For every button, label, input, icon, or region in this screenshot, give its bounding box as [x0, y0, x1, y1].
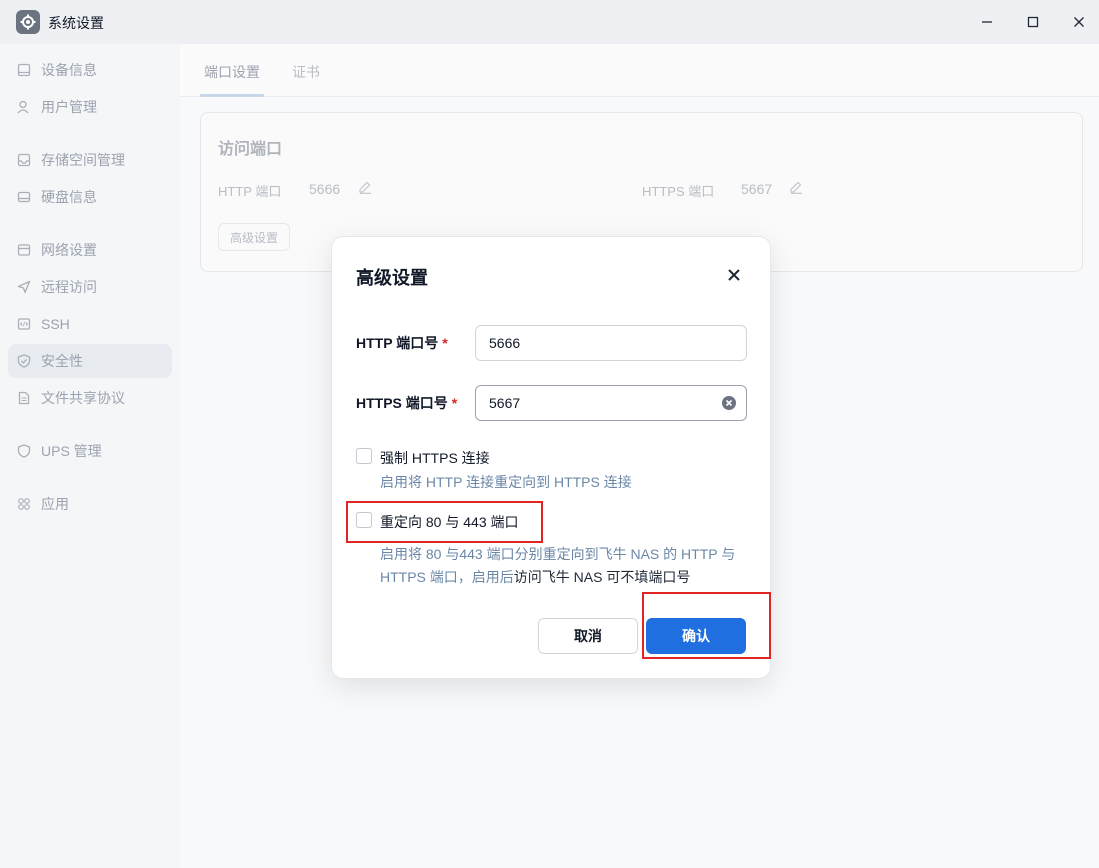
required-mark: *: [451, 395, 458, 411]
force-https-description: 启用将 HTTP 连接重定向到 HTTPS 连接: [380, 474, 632, 490]
http-port-field-label: HTTP 端口号 *: [356, 335, 448, 351]
maximize-icon[interactable]: [1021, 10, 1045, 34]
gear-icon: [16, 10, 40, 34]
close-icon[interactable]: [724, 265, 744, 285]
disk-icon: [16, 189, 32, 205]
minimize-icon[interactable]: [975, 10, 999, 34]
dialog-title: 高级设置: [356, 268, 428, 288]
sidebar-item-label: 远程访问: [41, 279, 97, 295]
sidebar-item-network[interactable]: 网络设置: [8, 233, 172, 267]
sidebar-item-label: UPS 管理: [41, 443, 102, 459]
https-port-label: HTTPS 端口: [642, 184, 715, 199]
sidebar-item-label: 存储空间管理: [41, 152, 125, 168]
sidebar-item-file-sharing[interactable]: 文件共享协议: [8, 381, 172, 415]
http-port-label: HTTP 端口: [218, 184, 282, 199]
https-port-input[interactable]: 5667: [475, 385, 747, 421]
network-icon: [16, 242, 32, 258]
window-title: 系统设置: [48, 15, 104, 31]
sidebar-item-label: 硬盘信息: [41, 189, 97, 205]
tab-bar: 端口设置 证书: [180, 44, 1099, 97]
https-port-value: 5667: [741, 181, 773, 197]
force-https-checkbox[interactable]: [356, 448, 372, 464]
tab-certificate[interactable]: 证书: [292, 62, 320, 82]
shield-check-icon: [16, 353, 32, 369]
highlight-confirm-button: [642, 592, 771, 659]
sidebar-item-remote-access[interactable]: 远程访问: [8, 270, 172, 304]
advanced-settings-button[interactable]: 高级设置: [218, 223, 290, 251]
sidebar-item-storage[interactable]: 存储空间管理: [8, 143, 172, 177]
https-port-input-value: 5667: [489, 395, 521, 411]
sidebar-item-label: 应用: [41, 496, 69, 512]
sidebar-item-security[interactable]: 安全性: [8, 344, 172, 378]
required-mark: *: [442, 335, 448, 351]
active-tab-indicator: [200, 94, 264, 97]
sidebar: 设备信息 用户管理 存储空间管理 硬盘信息 网络设置 远程访问 SSH 安全性 …: [0, 44, 180, 868]
clear-icon[interactable]: [721, 395, 737, 411]
sidebar-item-disk-info[interactable]: 硬盘信息: [8, 180, 172, 214]
close-icon[interactable]: [1067, 10, 1091, 34]
title-bar: 系统设置: [0, 0, 1099, 44]
sidebar-item-device-info[interactable]: 设备信息: [8, 53, 172, 87]
highlight-redirect-option: [346, 501, 543, 543]
sidebar-item-label: 安全性: [41, 353, 83, 369]
cancel-button[interactable]: 取消: [538, 618, 638, 654]
card-title: 访问端口: [218, 141, 283, 158]
send-icon: [16, 279, 32, 295]
device-icon: [16, 62, 32, 78]
sidebar-item-label: SSH: [41, 316, 70, 332]
http-port-input[interactable]: 5666: [475, 325, 747, 361]
code-icon: [16, 316, 32, 332]
storage-icon: [16, 152, 32, 168]
sidebar-item-apps[interactable]: 应用: [8, 487, 172, 521]
user-icon: [16, 99, 32, 115]
sidebar-item-label: 用户管理: [41, 99, 97, 115]
https-port-field-label: HTTPS 端口号 *: [356, 395, 458, 411]
edit-icon[interactable]: [789, 180, 805, 196]
redirect-ports-description: 启用将 80 与443 端口分别重定向到飞牛 NAS 的 HTTP 与 HTTP…: [380, 546, 736, 585]
edit-icon[interactable]: [358, 180, 374, 196]
tab-port-settings[interactable]: 端口设置: [204, 62, 260, 82]
http-port-value: 5666: [309, 181, 341, 197]
sidebar-item-ups[interactable]: UPS 管理: [8, 434, 172, 468]
force-https-label: 强制 HTTPS 连接: [380, 450, 490, 466]
file-icon: [16, 390, 32, 406]
http-port-input-value: 5666: [489, 335, 521, 351]
apps-icon: [16, 496, 32, 512]
sidebar-item-user-management[interactable]: 用户管理: [8, 90, 172, 124]
sidebar-item-ssh[interactable]: SSH: [8, 307, 172, 341]
sidebar-item-label: 设备信息: [41, 62, 97, 78]
sidebar-item-label: 网络设置: [41, 242, 97, 258]
shield-icon: [16, 443, 32, 459]
sidebar-item-label: 文件共享协议: [41, 390, 125, 406]
